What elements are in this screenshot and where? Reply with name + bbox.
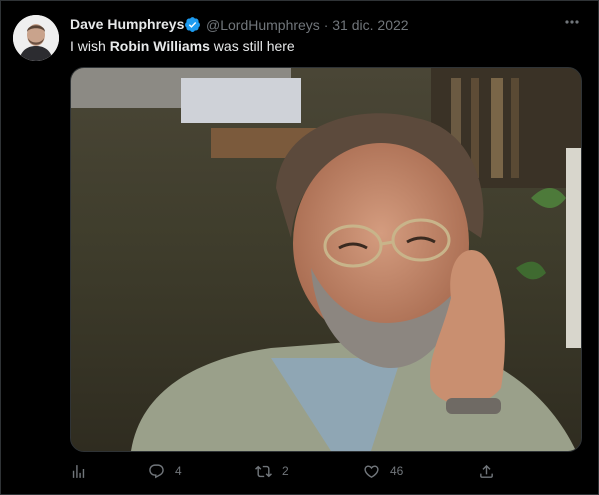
retweet-count: 2 [282, 464, 289, 478]
heart-icon [364, 464, 379, 478]
reply-count: 4 [175, 464, 182, 478]
tweet-text: I wish Robin Williams was still here [70, 38, 295, 54]
author-name[interactable]: Dave Humphreys [70, 16, 184, 32]
tweet-text-part: I wish [70, 38, 110, 54]
tweet-text-bold: Robin Williams [109, 38, 210, 54]
tweet-photo [71, 68, 581, 451]
like-count: 46 [390, 464, 404, 478]
tweet-date[interactable]: 31 dic. 2022 [332, 17, 408, 33]
analytics-button[interactable] [70, 458, 87, 484]
like-button[interactable]: 46 [363, 458, 403, 484]
avatar-image [13, 15, 59, 61]
more-options-icon[interactable] [562, 12, 582, 32]
share-icon [480, 464, 493, 478]
tweet-media[interactable] [70, 67, 582, 452]
author-handle[interactable]: @LordHumphreys [206, 17, 320, 33]
reply-icon [149, 463, 164, 478]
analytics-icon [72, 464, 85, 478]
reply-button[interactable]: 4 [148, 458, 182, 484]
share-button[interactable] [478, 458, 495, 484]
separator: · [323, 17, 329, 33]
verified-badge-icon [185, 17, 200, 32]
action-bar: 4 2 46 [70, 458, 580, 484]
author-handle-and-date: @LordHumphreys · 31 dic. 2022 [206, 17, 409, 33]
retweet-button[interactable]: 2 [255, 458, 289, 484]
tweet-text-part: was still here [209, 38, 295, 54]
avatar[interactable] [13, 15, 59, 61]
retweet-icon [255, 465, 272, 477]
